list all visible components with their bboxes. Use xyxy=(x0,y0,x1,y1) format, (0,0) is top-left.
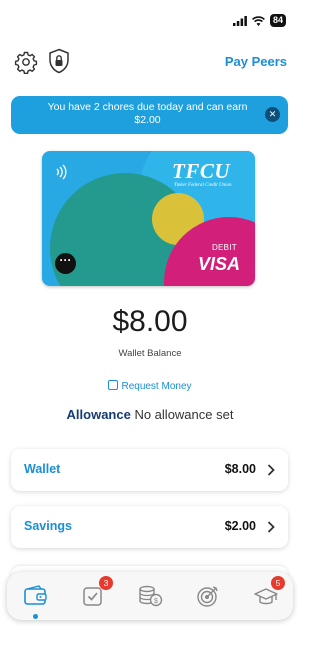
bottom-nav: 3 $ 5 xyxy=(7,572,293,620)
card-issuer-subtitle: Tinker Federal Credit Union xyxy=(174,183,232,188)
card-network-logo: VISA xyxy=(197,254,240,274)
signal-icon xyxy=(232,15,247,26)
request-money-icon xyxy=(108,380,119,390)
chores-banner[interactable]: You have 2 chores due today and can earn… xyxy=(11,96,288,134)
nav-goals[interactable] xyxy=(196,584,222,610)
contactless-icon xyxy=(56,164,67,180)
wallet-balance-label: Wallet Balance xyxy=(118,348,182,359)
nav-wallet[interactable] xyxy=(23,584,49,610)
more-options-icon[interactable]: ··· xyxy=(55,253,76,274)
nav-coins[interactable]: $ xyxy=(138,584,164,610)
gear-icon[interactable] xyxy=(14,50,38,74)
pay-peers-button[interactable]: Pay Peers xyxy=(225,54,287,69)
account-name: Wallet xyxy=(24,462,61,476)
nav-learn[interactable]: 5 xyxy=(253,576,285,610)
chores-badge: 3 xyxy=(99,576,113,590)
wallet-icon xyxy=(24,585,47,605)
request-money-label: Request Money xyxy=(121,381,192,392)
top-bar: Pay Peers xyxy=(0,46,300,76)
card-issuer-logo: TFCU xyxy=(172,159,231,183)
account-row-savings[interactable]: Savings $2.00 xyxy=(11,506,288,548)
allowance-summary: Allowance No allowance set xyxy=(0,407,300,422)
coins-icon: $ xyxy=(139,585,163,607)
shield-lock-icon[interactable] xyxy=(48,48,70,74)
allowance-label: Allowance xyxy=(66,407,131,422)
wallet-balance-amount: $8.00 xyxy=(112,305,188,338)
status-bar: 84 xyxy=(0,0,300,40)
request-money-link[interactable]: Request Money xyxy=(0,380,300,392)
status-icons: 84 xyxy=(232,14,286,27)
close-icon[interactable]: ✕ xyxy=(265,107,280,122)
battery-indicator: 84 xyxy=(269,14,286,27)
wifi-icon xyxy=(252,15,265,26)
account-amount: $8.00 xyxy=(224,462,256,476)
banner-text-line1: You have 2 chores due today and can earn xyxy=(47,101,248,113)
active-tab-indicator xyxy=(33,614,38,619)
nav-chores[interactable]: 3 xyxy=(81,576,113,610)
account-name: Savings xyxy=(24,519,72,533)
allowance-value: No allowance set xyxy=(134,407,234,422)
debit-card[interactable]: TFCU Tinker Federal Credit Union DEBIT V… xyxy=(42,151,255,286)
account-amount: $2.00 xyxy=(224,519,256,533)
goals-target-icon xyxy=(197,586,218,607)
card-type-label: DEBIT xyxy=(211,243,237,252)
learn-badge: 5 xyxy=(271,576,285,590)
banner-text-line2: $2.00 xyxy=(134,114,161,126)
chevron-right-icon xyxy=(267,464,275,476)
svg-text:$: $ xyxy=(154,598,158,605)
chevron-right-icon xyxy=(267,521,275,533)
account-row-wallet[interactable]: Wallet $8.00 xyxy=(11,449,288,491)
